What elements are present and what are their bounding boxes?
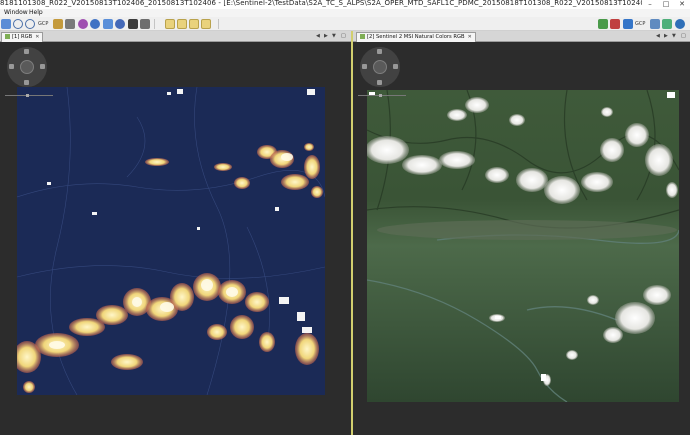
image-view-icon: [5, 34, 10, 39]
tab-natural-colors-label: [2] Sentinel 2 MSI Natural Colors RGB: [367, 34, 465, 40]
left-tab-strip: [1] RGB ✕ ◀ ▶ ▼ □: [0, 31, 352, 42]
scroll-right-icon[interactable]: ▶: [664, 33, 668, 39]
maximize-panel-icon[interactable]: □: [681, 33, 686, 39]
tab-rgb[interactable]: [1] RGB ✕: [1, 32, 44, 42]
window-controls: – □ ✕: [642, 0, 690, 9]
menu-bar: Window Help: [0, 9, 690, 17]
maximize-button[interactable]: □: [658, 0, 674, 9]
pan-hub-icon[interactable]: [373, 60, 387, 74]
scroll-left-icon[interactable]: ◀: [656, 33, 660, 39]
zoom-slider-handle[interactable]: [379, 94, 382, 97]
tab-list-icon[interactable]: ▼: [332, 33, 336, 39]
menu-window[interactable]: Window: [4, 8, 28, 17]
spectrum-icon[interactable]: [115, 19, 125, 29]
menu-help[interactable]: Help: [29, 8, 43, 17]
band-maths-icon[interactable]: [165, 19, 175, 29]
scroll-left-icon[interactable]: ◀: [316, 33, 320, 39]
layer-manager-icon[interactable]: [650, 19, 660, 29]
navigation-wheel[interactable]: [7, 47, 47, 87]
pan-hub-icon[interactable]: [20, 60, 34, 74]
tile-vertical-icon[interactable]: [201, 19, 211, 29]
layout-icon[interactable]: [128, 19, 138, 29]
tab-natural-colors[interactable]: [2] Sentinel 2 MSI Natural Colors RGB ✕: [356, 32, 476, 42]
zoom-in-icon[interactable]: [13, 19, 23, 29]
help-icon[interactable]: [675, 19, 685, 29]
world-map-icon[interactable]: [598, 19, 608, 29]
zoom-out-icon[interactable]: [25, 19, 35, 29]
close-tab-icon[interactable]: ✕: [468, 34, 472, 40]
title-bar: 8181101308_R022_V20150813T102406_2015081…: [0, 0, 690, 9]
false-color-satellite-image[interactable]: [17, 87, 325, 395]
pan-icon[interactable]: [53, 19, 63, 29]
snap-application-window: 8181101308_R022_V20150813T102406_2015081…: [0, 0, 690, 435]
navigation-icon[interactable]: [662, 19, 672, 29]
zoom-slider[interactable]: [358, 95, 406, 96]
navigation-wheel[interactable]: [360, 47, 400, 87]
pin-manager-icon[interactable]: [610, 19, 620, 29]
toolbar: GCP GCP: [0, 17, 690, 31]
globe-icon[interactable]: [90, 19, 100, 29]
left-image-canvas[interactable]: [0, 43, 352, 435]
close-tab-icon[interactable]: ✕: [35, 34, 39, 40]
pixel-info-icon[interactable]: [623, 19, 633, 29]
maximize-panel-icon[interactable]: □: [341, 33, 346, 39]
tile-icon[interactable]: [140, 19, 150, 29]
natural-color-satellite-image[interactable]: [367, 90, 679, 402]
right-image-canvas[interactable]: [353, 43, 690, 435]
minimize-button[interactable]: –: [642, 0, 658, 9]
zoom-slider-handle[interactable]: [26, 94, 29, 97]
right-tab-strip: [2] Sentinel 2 MSI Natural Colors RGB ✕ ◀…: [353, 31, 690, 42]
close-window-button[interactable]: ✕: [674, 0, 690, 9]
tab-list-icon[interactable]: ▼: [672, 33, 676, 39]
range-finder-icon[interactable]: [65, 19, 75, 29]
right-image-view: [2] Sentinel 2 MSI Natural Colors RGB ✕ ◀…: [353, 31, 690, 435]
window-title: 8181101308_R022_V20150813T102406_2015081…: [0, 0, 690, 7]
pointer-icon[interactable]: [1, 19, 11, 29]
tile-horizontal-icon[interactable]: [189, 19, 199, 29]
pin-icon[interactable]: [78, 19, 88, 29]
tab-rgb-label: [1] RGB: [12, 34, 33, 40]
scroll-right-icon[interactable]: ▶: [324, 33, 328, 39]
zoom-slider[interactable]: [5, 95, 53, 96]
gcp-manager-icon[interactable]: GCP: [635, 19, 647, 29]
histogram-icon[interactable]: [177, 19, 187, 29]
left-image-view: [1] RGB ✕ ◀ ▶ ▼ □: [0, 31, 352, 435]
gcp-icon[interactable]: GCP: [38, 19, 50, 29]
graph-icon[interactable]: [103, 19, 113, 29]
image-view-icon: [360, 34, 365, 39]
